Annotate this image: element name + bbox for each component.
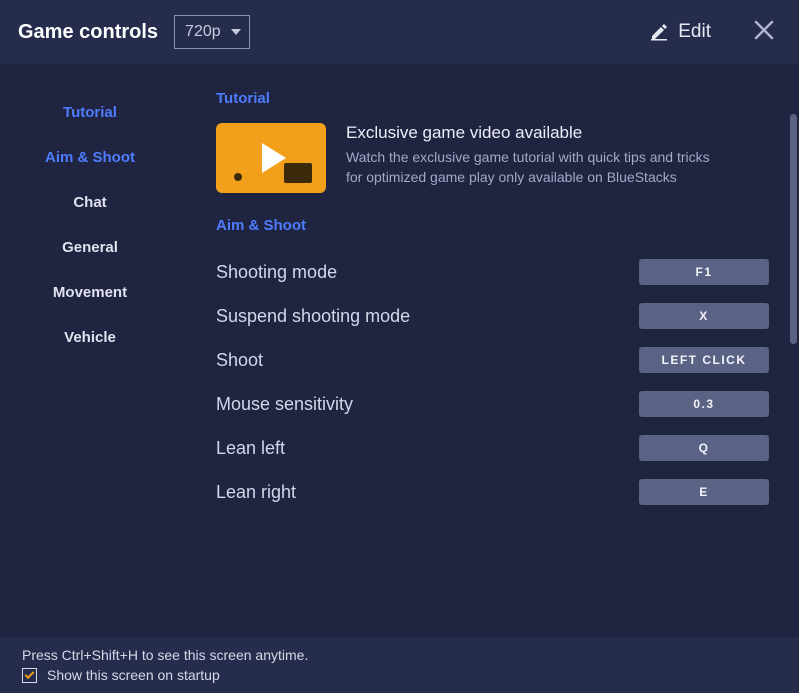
sidebar-item-chat[interactable]: Chat xyxy=(73,194,106,211)
keybinding-key[interactable]: X xyxy=(639,303,769,329)
keybinding-row: Shoot LEFT CLICK xyxy=(216,338,769,382)
keybinding-label: Lean right xyxy=(216,482,296,503)
tutorial-title: Exclusive game video available xyxy=(346,123,726,143)
keybinding-row: Mouse sensitivity 0.3 xyxy=(216,382,769,426)
titlebar: Game controls 720p Edit xyxy=(0,0,799,64)
close-icon xyxy=(753,19,775,41)
pencil-icon xyxy=(650,23,668,41)
startup-checkbox-row: Show this screen on startup xyxy=(22,667,777,683)
sidebar-item-tutorial[interactable]: Tutorial xyxy=(63,104,117,121)
keybinding-row: Suspend shooting mode X xyxy=(216,294,769,338)
keybinding-key[interactable]: LEFT CLICK xyxy=(639,347,769,373)
keybinding-row: Lean right E xyxy=(216,470,769,514)
keybinding-row: Shooting mode F1 xyxy=(216,250,769,294)
startup-checkbox[interactable] xyxy=(22,668,37,683)
keybinding-key[interactable]: Q xyxy=(639,435,769,461)
edit-label: Edit xyxy=(678,21,711,43)
tutorial-row: Exclusive game video available Watch the… xyxy=(216,123,769,193)
sidebar: Tutorial Aim & Shoot Chat General Movement Ve… xyxy=(0,64,180,637)
game-controls-window: Game controls 720p Edit Tutorial Aim & Sh… xyxy=(0,0,799,693)
keybinding-label: Mouse sensitivity xyxy=(216,394,353,415)
keybinding-label: Shoot xyxy=(216,350,263,371)
resolution-value: 720p xyxy=(185,23,221,41)
keybinding-key[interactable]: 0.3 xyxy=(639,391,769,417)
keybinding-list: Shooting mode F1 Suspend shooting mode X Sho… xyxy=(216,250,769,514)
tutorial-description: Watch the exclusive game tutorial with q… xyxy=(346,147,726,188)
window-title: Game controls xyxy=(18,21,158,44)
footer-hint: Press Ctrl+Shift+H to see this screen an… xyxy=(22,647,777,663)
keybinding-label: Shooting mode xyxy=(216,262,337,283)
section-heading-aimshoot: Aim & Shoot xyxy=(216,217,769,234)
sidebar-item-movement[interactable]: Movement xyxy=(53,284,127,301)
close-button[interactable] xyxy=(747,13,781,52)
check-icon xyxy=(25,669,35,679)
content-panel: Tutorial Exclusive game video available … xyxy=(180,64,799,637)
keybinding-row: Lean left Q xyxy=(216,426,769,470)
play-icon xyxy=(262,143,286,173)
keybinding-key[interactable]: F1 xyxy=(639,259,769,285)
tutorial-video-thumbnail[interactable] xyxy=(216,123,326,193)
keybinding-label: Lean left xyxy=(216,438,285,459)
keybinding-key[interactable]: E xyxy=(639,479,769,505)
sidebar-item-vehicle[interactable]: Vehicle xyxy=(64,329,116,346)
sidebar-item-aim-shoot[interactable]: Aim & Shoot xyxy=(45,149,135,166)
resolution-select[interactable]: 720p xyxy=(174,15,250,49)
body: Tutorial Aim & Shoot Chat General Movement Ve… xyxy=(0,64,799,637)
keybinding-label: Suspend shooting mode xyxy=(216,306,410,327)
tutorial-text: Exclusive game video available Watch the… xyxy=(346,123,726,193)
scrollbar-thumb[interactable] xyxy=(790,114,797,344)
section-heading-tutorial: Tutorial xyxy=(216,90,769,107)
startup-checkbox-label: Show this screen on startup xyxy=(47,667,220,683)
sidebar-item-general[interactable]: General xyxy=(62,239,118,256)
footer: Press Ctrl+Shift+H to see this screen an… xyxy=(0,637,799,693)
chevron-down-icon xyxy=(231,29,241,35)
edit-button[interactable]: Edit xyxy=(640,15,721,49)
